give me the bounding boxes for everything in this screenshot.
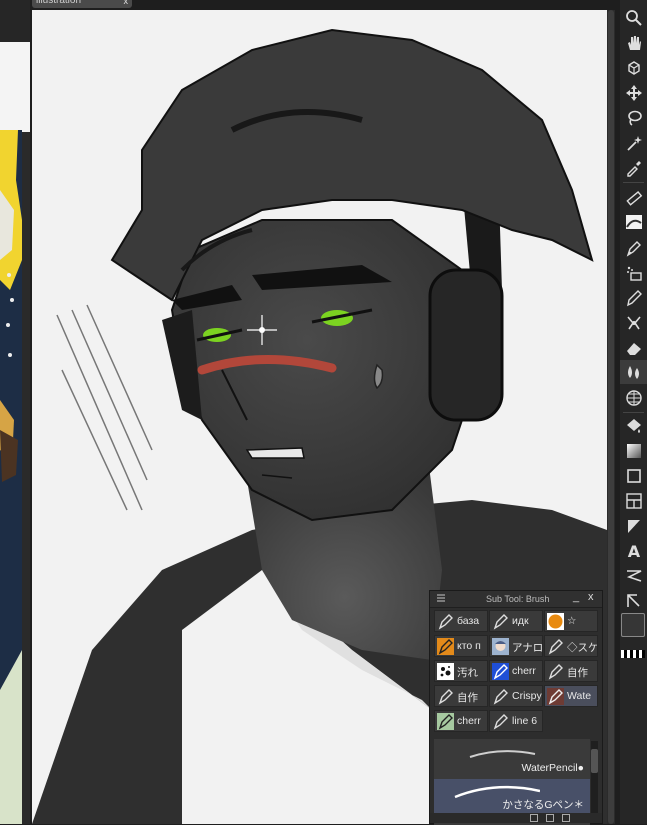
- preset-item[interactable]: кто п: [434, 635, 488, 657]
- stroke-scrollbar[interactable]: [591, 741, 598, 813]
- preset-item[interactable]: アナロ: [489, 635, 543, 657]
- pen-orange-icon: [437, 638, 454, 655]
- panel-footer: [430, 813, 602, 823]
- green-pen-icon: [437, 713, 454, 730]
- reference-panel: [0, 0, 30, 824]
- preset-item[interactable]: ◇スケ: [544, 635, 598, 657]
- svg-text:A: A: [627, 542, 640, 560]
- ruler-icon[interactable]: [620, 186, 647, 210]
- brush-icon[interactable]: [620, 311, 647, 335]
- preset-item[interactable]: Crispy: [489, 685, 543, 707]
- main-color-swatch[interactable]: [621, 613, 645, 637]
- text-icon[interactable]: A: [620, 539, 647, 563]
- delete-icon[interactable]: [562, 814, 570, 822]
- fill-icon[interactable]: [620, 414, 647, 438]
- pen-icon: [493, 614, 508, 630]
- stroke-item[interactable]: WaterPencil●: [434, 741, 590, 777]
- subtool-panel: Sub Tool: Brush _ x база идк ☆ кто п アナロ…: [429, 590, 603, 825]
- canvas-tab[interactable]: illustration x: [32, 0, 132, 8]
- airbrush-icon[interactable]: [620, 261, 647, 285]
- eraser-icon[interactable]: [620, 336, 647, 360]
- pen-icon: [493, 689, 508, 705]
- gradient-icon[interactable]: [620, 439, 647, 463]
- canvas-tab-label: illustration: [36, 0, 82, 6]
- pen-icon: [437, 613, 454, 630]
- canvas-scrollbar[interactable]: [607, 10, 615, 824]
- rotate-icon[interactable]: [620, 56, 647, 80]
- transparency-indicator[interactable]: [621, 650, 645, 658]
- pen-icon: [493, 714, 508, 730]
- preset-item[interactable]: 自作: [544, 660, 598, 682]
- orange-ball-icon: [547, 613, 564, 630]
- preset-item[interactable]: идк: [489, 610, 543, 632]
- preset-item-selected[interactable]: Wate: [544, 685, 598, 707]
- scroll-thumb[interactable]: [608, 10, 614, 824]
- pen-icon[interactable]: [620, 236, 647, 260]
- preset-item[interactable]: line 6: [489, 710, 543, 732]
- close-icon[interactable]: x: [124, 0, 129, 6]
- blend-icon[interactable]: [620, 360, 647, 384]
- copy-icon[interactable]: [530, 814, 538, 822]
- tool-palette: A: [620, 0, 647, 824]
- lasso-icon[interactable]: [620, 106, 647, 130]
- pen-icon: [548, 664, 563, 680]
- pen-icon: [438, 689, 453, 705]
- figure-icon[interactable]: [620, 464, 647, 488]
- move-icon[interactable]: [620, 81, 647, 105]
- preset-item[interactable]: база: [434, 610, 488, 632]
- grid-icon[interactable]: [620, 386, 647, 410]
- new-icon[interactable]: [546, 814, 554, 822]
- hand-icon[interactable]: [620, 31, 647, 55]
- pencil-icon[interactable]: [620, 286, 647, 310]
- eyedropper-icon[interactable]: [620, 156, 647, 180]
- anime-face-icon: [492, 638, 509, 655]
- stroke-preview: [469, 750, 536, 758]
- mouth: [245, 447, 305, 459]
- preset-item[interactable]: 自作: [434, 685, 488, 707]
- preset-item[interactable]: cherr: [434, 710, 488, 732]
- preset-item[interactable]: cherr: [489, 660, 543, 682]
- balloon-icon[interactable]: [620, 564, 647, 588]
- splatter-icon: [437, 663, 454, 680]
- magic-wand-icon[interactable]: [620, 131, 647, 155]
- preset-item[interactable]: ☆: [544, 610, 598, 632]
- pen-icon: [548, 639, 563, 655]
- frame-icon[interactable]: [620, 489, 647, 513]
- panel-header[interactable]: Sub Tool: Brush _ x: [430, 591, 602, 608]
- menu-icon[interactable]: [436, 593, 446, 603]
- ruler-line-icon[interactable]: [620, 514, 647, 538]
- blue-pen-icon: [492, 663, 509, 680]
- stroke-item-selected[interactable]: かさなるGペン＊: [434, 779, 590, 815]
- headphone-cup: [428, 268, 504, 422]
- correct-line-icon[interactable]: [620, 588, 647, 612]
- reference-image: [0, 130, 22, 824]
- panel-title: Sub Tool: Brush: [486, 594, 550, 604]
- zoom-icon[interactable]: [620, 6, 647, 30]
- close-button[interactable]: x: [588, 591, 594, 603]
- tone-icon[interactable]: [620, 210, 647, 234]
- minimize-button[interactable]: _: [573, 591, 579, 603]
- red-pen-icon: [547, 688, 564, 705]
- preset-item[interactable]: 汚れ: [434, 660, 488, 682]
- reference-header: [0, 0, 30, 132]
